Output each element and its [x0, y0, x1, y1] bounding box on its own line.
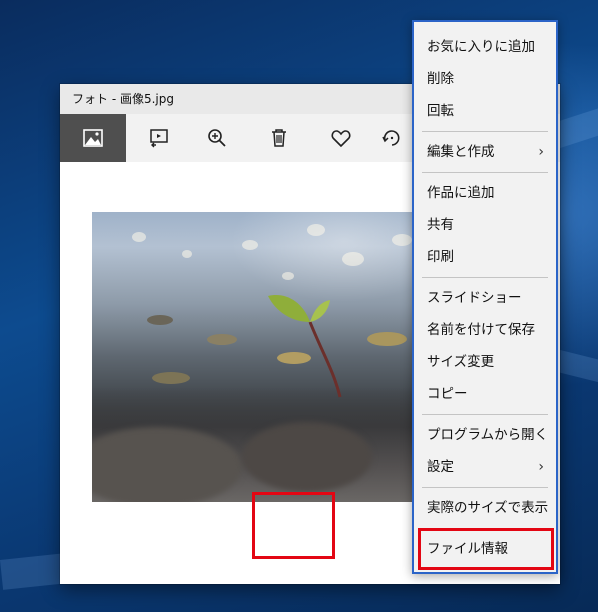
- file-info-highlight-box: [418, 528, 554, 570]
- highlight-box: [252, 492, 335, 559]
- menu-item-rotate[interactable]: 回転: [414, 96, 556, 126]
- menu-item-label: 設定: [427, 459, 454, 475]
- bokeh: [182, 250, 192, 258]
- menu-item-edit-create[interactable]: 編集と作成 ›: [414, 137, 556, 167]
- rotate-button[interactable]: [372, 114, 412, 162]
- bokeh: [132, 232, 146, 242]
- menu-item-label: 共有: [427, 217, 454, 233]
- zoom-icon: [208, 129, 226, 147]
- menu-item-label: プログラムから開く: [427, 427, 549, 443]
- menu-item-settings[interactable]: 設定 ›: [414, 452, 556, 482]
- blurred-rock: [242, 422, 372, 492]
- heart-icon: [331, 130, 351, 148]
- menu-item-open-with[interactable]: プログラムから開く: [414, 420, 556, 450]
- menu-item-label: コピー: [427, 386, 468, 402]
- menu-item-add-to-creation[interactable]: 作品に追加: [414, 178, 556, 208]
- menu-separator: [422, 172, 548, 173]
- bokeh: [242, 240, 258, 250]
- bokeh: [282, 272, 294, 280]
- sprout: [268, 295, 342, 398]
- chevron-right-icon: ›: [538, 459, 544, 475]
- menu-item-save-as[interactable]: 名前を付けて保存: [414, 315, 556, 345]
- menu-item-delete[interactable]: 削除: [414, 64, 556, 94]
- menu-item-add-favorite[interactable]: お気に入りに追加: [414, 32, 556, 62]
- image-icon: [83, 129, 103, 147]
- menu-item-label: 削除: [427, 71, 454, 87]
- pebble: [367, 332, 407, 346]
- menu-item-label: 実際のサイズで表示: [427, 500, 549, 516]
- menu-item-label: 編集と作成: [427, 144, 495, 160]
- menu-item-actual-size[interactable]: 実際のサイズで表示: [414, 493, 556, 523]
- menu-item-label: スライドショー: [427, 290, 522, 306]
- menu-item-print[interactable]: 印刷: [414, 242, 556, 272]
- menu-separator: [422, 414, 548, 415]
- menu-separator: [422, 487, 548, 488]
- menu-item-copy[interactable]: コピー: [414, 379, 556, 409]
- rotate-icon: [382, 130, 400, 146]
- menu-item-label: サイズ変更: [427, 354, 495, 370]
- bokeh: [342, 252, 364, 266]
- favorite-button[interactable]: [308, 114, 374, 162]
- menu-item-label: 印刷: [427, 249, 454, 265]
- bokeh: [392, 234, 412, 246]
- pebble: [147, 315, 173, 325]
- photo-view: [92, 212, 452, 502]
- menu-item-label: お気に入りに追加: [427, 39, 535, 55]
- delete-icon: [272, 129, 286, 147]
- bokeh: [307, 224, 325, 236]
- context-menu: お気に入りに追加 削除 回転 編集と作成 › 作品に追加 共有 印刷 スライドショ…: [412, 20, 558, 574]
- delete-button[interactable]: [246, 114, 312, 162]
- view-image-button[interactable]: [60, 114, 126, 162]
- menu-item-share[interactable]: 共有: [414, 210, 556, 240]
- menu-item-label: 名前を付けて保存: [427, 322, 535, 338]
- zoom-button[interactable]: [184, 114, 250, 162]
- pebble: [152, 372, 190, 384]
- slideshow-icon: [150, 129, 168, 148]
- menu-item-label: 回転: [427, 103, 454, 119]
- menu-item-label: 作品に追加: [427, 185, 495, 201]
- pebble: [207, 334, 237, 345]
- menu-item-slideshow[interactable]: スライドショー: [414, 283, 556, 313]
- menu-item-resize[interactable]: サイズ変更: [414, 347, 556, 377]
- chevron-right-icon: ›: [538, 144, 544, 160]
- menu-separator: [422, 277, 548, 278]
- menu-separator: [422, 131, 548, 132]
- slideshow-button[interactable]: [126, 114, 192, 162]
